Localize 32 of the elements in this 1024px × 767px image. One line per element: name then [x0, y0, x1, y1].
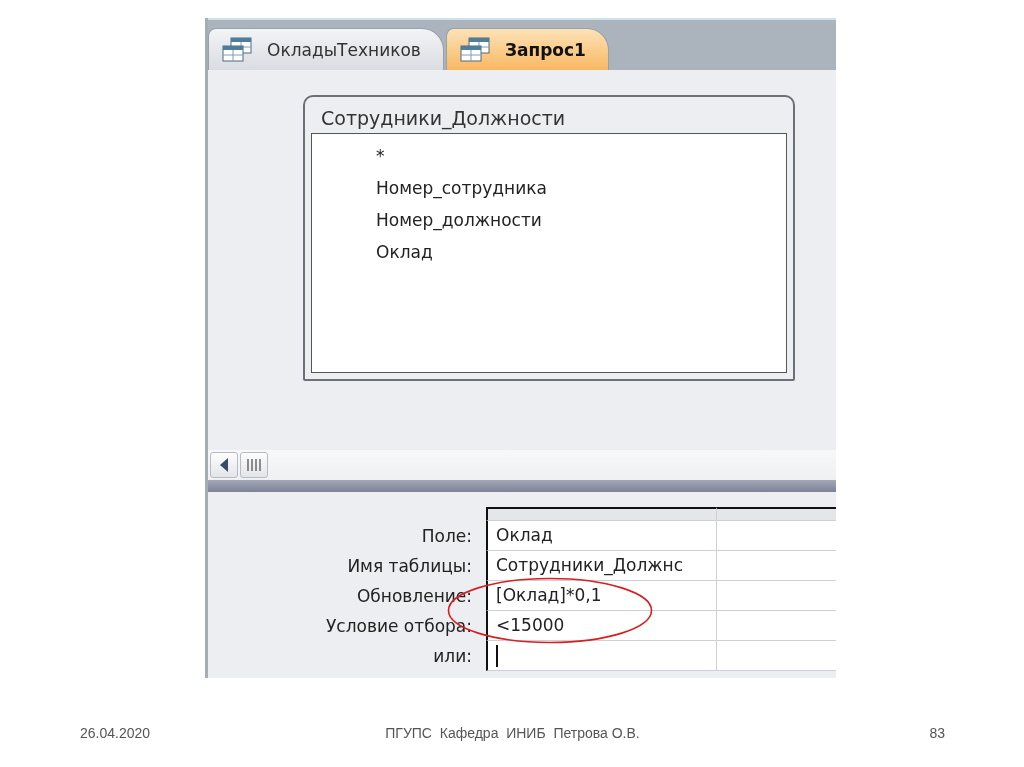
grid-cell[interactable]: <15000 — [486, 611, 716, 641]
grid-cell[interactable] — [716, 581, 836, 611]
grid-cell[interactable] — [716, 611, 836, 641]
scroll-thumb[interactable] — [240, 452, 268, 478]
table-title: Сотрудники_Должности — [320, 106, 567, 132]
row-label: или: — [432, 645, 473, 668]
field-item[interactable]: Оклад — [312, 236, 786, 268]
column-header[interactable] — [716, 507, 836, 521]
grid-cell[interactable]: Оклад — [486, 521, 716, 551]
field-item[interactable]: Номер_сотрудника — [312, 172, 786, 204]
column-header[interactable] — [486, 507, 716, 521]
table-icon — [458, 36, 491, 63]
field-item[interactable]: * — [312, 140, 786, 172]
tab[interactable]: Запрос1 — [445, 28, 609, 70]
row-label: Поле: — [420, 525, 473, 548]
tab[interactable]: ОкладыТехников — [208, 28, 444, 70]
text-caret — [496, 645, 498, 667]
page-number: 83 — [928, 725, 945, 741]
slide-date: 26.04.2020 — [80, 725, 152, 741]
grid-cell[interactable]: Сотрудники_Должнс — [486, 551, 716, 581]
grid-cell[interactable]: [Оклад]*0,1 — [486, 581, 716, 611]
row-label: Имя таблицы: — [346, 555, 473, 578]
scroll-left-button[interactable] — [210, 452, 238, 478]
grip-icon — [247, 459, 261, 471]
left-arrow-icon — [219, 458, 229, 472]
grid-cell[interactable] — [716, 551, 836, 581]
grid-cell[interactable] — [716, 641, 836, 671]
grid-cell[interactable] — [716, 521, 836, 551]
table-icon — [221, 36, 253, 63]
field-item[interactable]: Номер_должности — [312, 204, 786, 236]
grid-cell[interactable] — [486, 641, 716, 671]
slide-footer-text: ПГУПС Кафедра ИНИБ Петрова О.В. — [385, 725, 640, 741]
